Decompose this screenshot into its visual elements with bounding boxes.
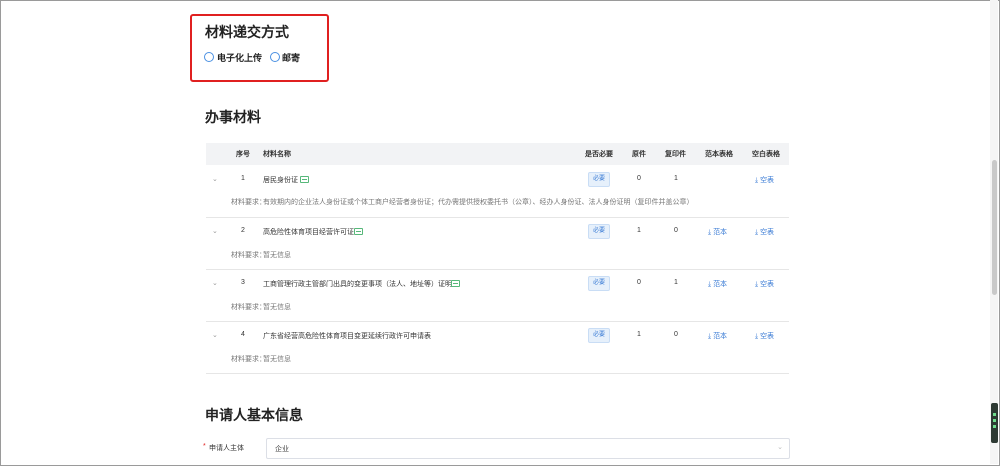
download-icon: ⤓ [755,281,759,288]
requirement-label: 材料要求： [231,304,266,311]
row-divider [206,269,789,270]
row-copy-count: 0 [674,331,678,338]
blank-form-label: 空表 [760,333,775,340]
sample-form-link[interactable]: ⤓ 范本 [708,279,727,289]
requirement-text: 暂无信息 [263,356,291,363]
image-icon[interactable] [354,228,363,235]
scrollbar-thumb[interactable] [992,160,997,295]
row-original-count: 0 [637,175,641,182]
radio-label-mail[interactable]: 邮寄 [282,51,300,64]
requirement-label: 材料要求： [231,356,266,363]
row-index: 2 [241,227,245,234]
row-index: 1 [241,175,245,182]
sample-form-link[interactable]: ⤓ 范本 [708,227,727,237]
applicant-title: 申请人基本信息 [205,407,303,423]
download-icon: ⤓ [755,177,759,184]
col-name: 材料名称 [263,151,291,158]
col-index: 序号 [236,151,250,158]
indicator-icon [993,425,996,428]
required-mark: * [203,443,206,450]
row-material-name: 工商管理行政主管部门出具的变更事项（法人、地址等）证明 [263,281,452,288]
applicant-subject-select[interactable]: 企业 ⌄ [266,438,790,459]
page-frame [0,0,1000,466]
applicant-subject-label: 申请人主体 [209,445,244,452]
col-required: 是否必要 [585,151,613,158]
radio-electronic-upload[interactable] [204,52,214,62]
sample-form-label: 范本 [713,281,728,288]
required-badge: 必要 [588,172,610,187]
col-sample: 范本表格 [705,151,733,158]
download-icon: ⤓ [708,333,712,340]
row-copy-count: 1 [674,279,678,286]
sample-form-label: 范本 [713,229,728,236]
sample-form-link[interactable]: ⤓ 范本 [708,331,727,341]
materials-table-header [206,143,789,165]
row-material-name: 广东省经营高危险性体育项目变更延续行政许可申请表 [263,333,431,340]
sample-form-label: 范本 [713,333,728,340]
download-icon: ⤓ [755,333,759,340]
row-material-name: 高危险性体育项目经营许可证 [263,229,354,236]
download-icon: ⤓ [755,229,759,236]
requirement-text: 有效期内的企业法人身份证或个体工商户经营者身份证；代办需提供授权委托书（公章）、… [263,199,694,206]
row-index: 4 [241,331,245,338]
blank-form-link[interactable]: ⤓ 空表 [755,175,774,185]
row-original-count: 1 [637,331,641,338]
chevron-down-icon[interactable]: ⌄ [212,331,218,339]
chevron-down-icon[interactable]: ⌄ [212,175,218,183]
row-original-count: 0 [637,279,641,286]
row-original-count: 1 [637,227,641,234]
radio-mail[interactable] [270,52,280,62]
col-blank: 空白表格 [752,151,780,158]
indicator-icon [993,419,996,422]
chevron-down-icon[interactable]: ⌄ [212,227,218,235]
row-divider [206,217,789,218]
requirement-text: 暂无信息 [263,304,291,311]
requirement-label: 材料要求： [231,199,266,206]
download-icon: ⤓ [708,229,712,236]
download-icon: ⤓ [708,281,712,288]
blank-form-link[interactable]: ⤓ 空表 [755,279,774,289]
row-divider [206,373,789,374]
image-icon[interactable] [451,280,460,287]
materials-title: 办事材料 [205,109,261,125]
row-material-name: 居民身份证 [263,177,298,184]
row-copy-count: 0 [674,227,678,234]
blank-form-label: 空表 [760,177,775,184]
requirement-label: 材料要求： [231,252,266,259]
blank-form-label: 空表 [760,281,775,288]
applicant-subject-value: 企业 [275,446,289,453]
requirement-text: 暂无信息 [263,252,291,259]
required-badge: 必要 [588,276,610,291]
radio-label-electronic-upload[interactable]: 电子化上传 [217,51,262,64]
side-widget-tab[interactable] [991,403,998,443]
row-copy-count: 1 [674,175,678,182]
col-original: 原件 [632,151,646,158]
required-badge: 必要 [588,328,610,343]
required-badge: 必要 [588,224,610,239]
row-divider [206,321,789,322]
chevron-down-icon[interactable]: ⌄ [212,279,218,287]
blank-form-link[interactable]: ⤓ 空表 [755,227,774,237]
submit-method-title: 材料递交方式 [205,24,289,40]
col-copy: 复印件 [665,151,686,158]
row-index: 3 [241,279,245,286]
chevron-down-icon: ⌄ [777,444,783,451]
indicator-icon [993,413,996,416]
image-icon[interactable] [300,176,309,183]
blank-form-label: 空表 [760,229,775,236]
blank-form-link[interactable]: ⤓ 空表 [755,331,774,341]
